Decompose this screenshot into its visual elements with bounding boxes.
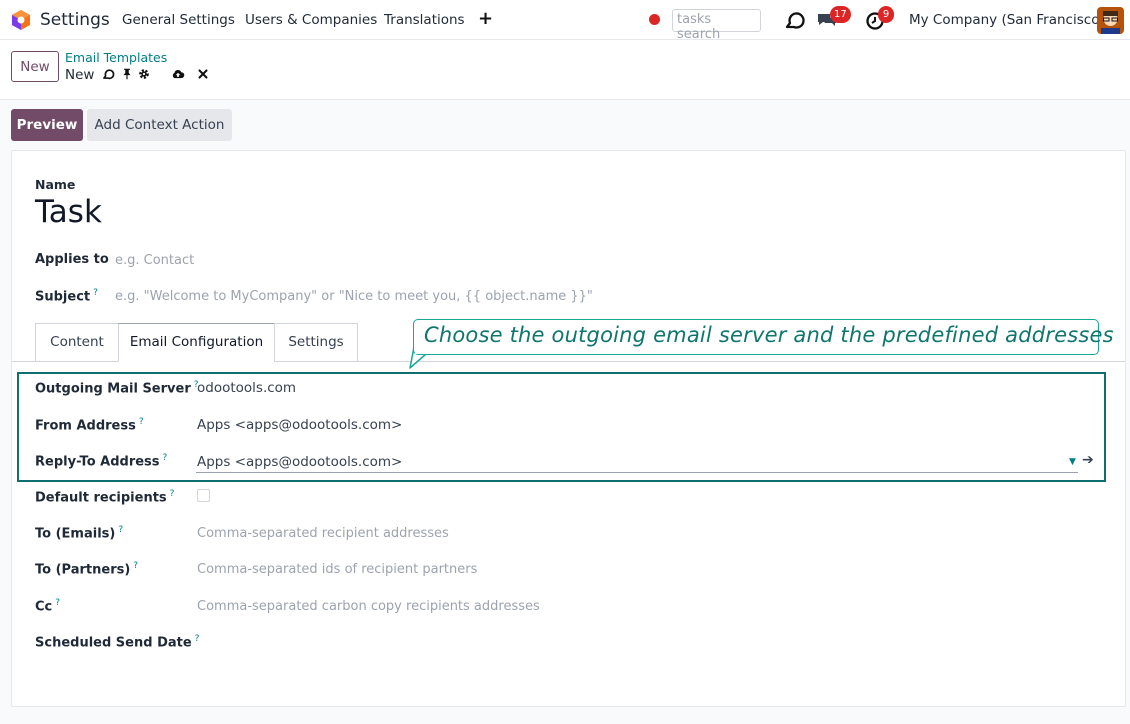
search-input[interactable]: tasks search <box>672 9 761 42</box>
subject-input[interactable]: e.g. "Welcome to MyCompany" or "Nice to … <box>115 289 593 304</box>
company-switcher[interactable]: My Company (San Francisco) <box>909 12 1105 28</box>
callout-tail-mask <box>415 345 437 354</box>
breadcrumb-current: New <box>65 67 95 83</box>
from-address-label: From Address? <box>35 417 144 434</box>
name-label: Name <box>35 177 76 192</box>
from-address-field[interactable]: Apps <apps@odootools.com> <box>197 417 402 433</box>
to-partners-label: To (Partners)? <box>35 561 139 578</box>
applies-to-input[interactable]: e.g. Contact <box>115 253 194 268</box>
tab-settings[interactable]: Settings <box>274 323 358 362</box>
menu-general-settings[interactable]: General Settings <box>122 12 235 28</box>
reply-to-address-label: Reply-To Address? <box>35 453 168 470</box>
to-emails-label: To (Emails)? <box>35 525 124 542</box>
cloud-upload-icon[interactable] <box>170 67 186 81</box>
reply-to-address-field[interactable]: Apps <apps@odootools.com> <box>197 454 402 470</box>
cc-input[interactable]: Comma-separated carbon copy recipients a… <box>197 599 540 614</box>
default-recipients-label: Default recipients? <box>35 489 175 506</box>
menu-users-companies[interactable]: Users & Companies <box>245 12 377 28</box>
top-navbar: Settings General Settings Users & Compan… <box>0 0 1130 42</box>
odoo-logo-icon[interactable] <box>10 9 32 31</box>
caret-down-icon[interactable]: ▼ <box>1069 457 1076 467</box>
callout-text: Choose the outgoing email server and the… <box>424 323 1114 347</box>
new-button[interactable]: New <box>11 51 59 82</box>
discuss-icon[interactable] <box>101 67 115 81</box>
close-icon[interactable] <box>196 67 210 81</box>
menu-translations[interactable]: Translations <box>384 12 465 28</box>
messages-badge: 17 <box>830 6 851 23</box>
default-recipients-checkbox[interactable] <box>197 489 210 502</box>
arrow-right-icon[interactable]: ➔ <box>1082 452 1094 468</box>
cc-label: Cc? <box>35 598 61 615</box>
activities-badge: 9 <box>878 6 894 23</box>
callout-annotation: Choose the outgoing email server and the… <box>413 319 1114 355</box>
add-context-action-button[interactable]: Add Context Action <box>87 109 232 141</box>
control-panel: New Email Templates New <box>0 40 1130 100</box>
record-dot-icon[interactable] <box>649 14 660 25</box>
gear-icon[interactable] <box>137 67 151 81</box>
avatar[interactable] <box>1097 7 1124 34</box>
preview-button[interactable]: Preview <box>11 109 83 141</box>
app-name[interactable]: Settings <box>40 10 110 30</box>
discuss-icon[interactable] <box>782 8 806 32</box>
outgoing-mail-server-label: Outgoing Mail Server? <box>35 380 199 397</box>
to-emails-input[interactable]: Comma-separated recipient addresses <box>197 526 449 541</box>
scheduled-send-date-label: Scheduled Send Date? <box>35 634 200 651</box>
reply-to-underline <box>196 472 1078 473</box>
breadcrumb-email-templates[interactable]: Email Templates <box>65 50 167 65</box>
tab-email-configuration[interactable]: Email Configuration <box>118 323 275 362</box>
outgoing-mail-server-field[interactable]: odootools.com <box>197 380 296 396</box>
name-field[interactable]: Task <box>35 194 102 230</box>
applies-to-label: Applies to <box>35 252 109 267</box>
pin-icon[interactable] <box>120 67 134 81</box>
to-partners-input[interactable]: Comma-separated ids of recipient partner… <box>197 562 477 577</box>
plus-icon[interactable]: + <box>478 8 493 29</box>
subject-label: Subject? <box>35 288 98 305</box>
tab-content[interactable]: Content <box>35 323 119 362</box>
